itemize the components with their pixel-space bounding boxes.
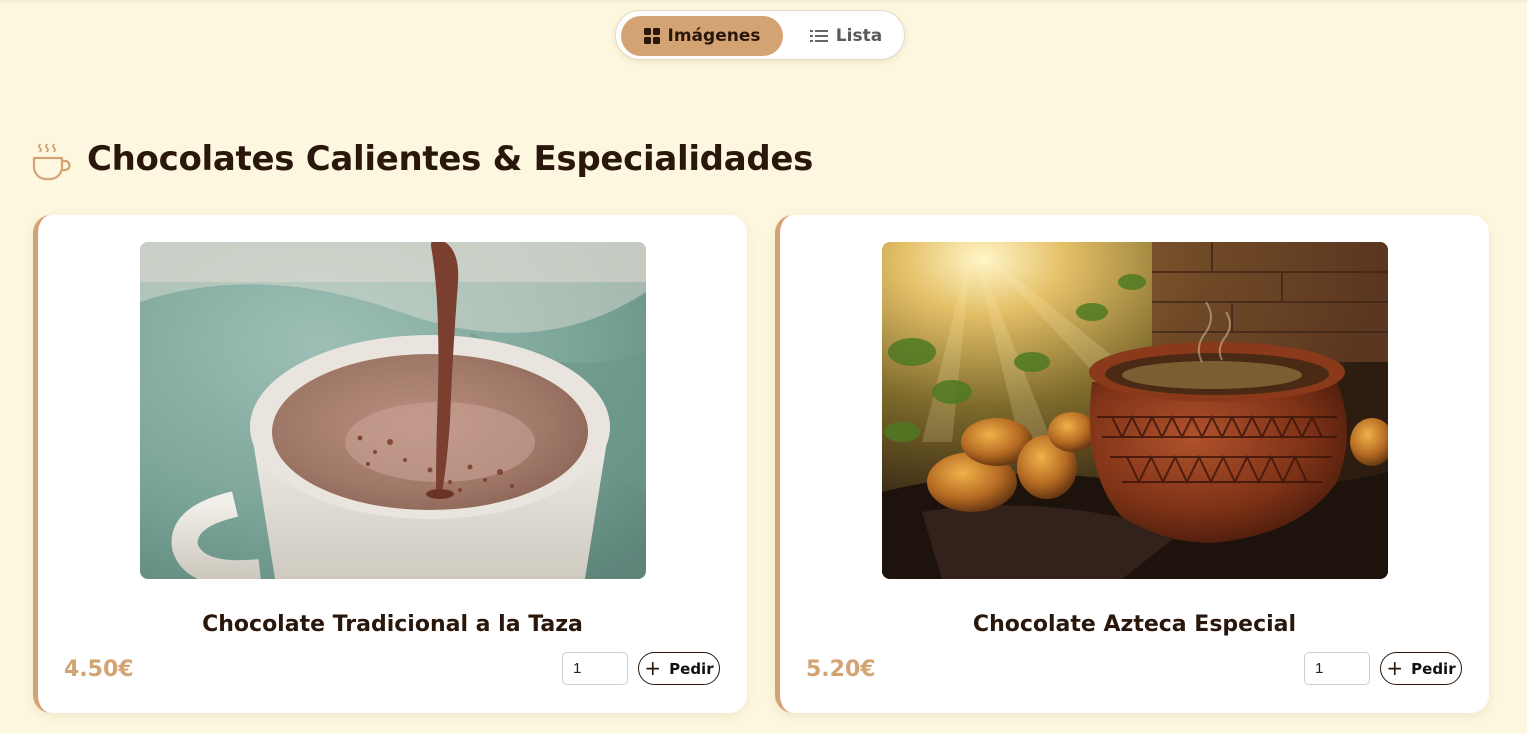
- coffee-cup-icon: [32, 143, 71, 181]
- view-toggle: Imágenes Lista: [615, 10, 905, 60]
- images-view-label: Imágenes: [667, 26, 761, 46]
- plus-icon: +: [1386, 655, 1404, 680]
- order-button-label: Pedir: [669, 659, 714, 678]
- order-button[interactable]: + Pedir: [1380, 652, 1462, 685]
- product-price: 5.20€: [806, 657, 876, 682]
- list-view-button[interactable]: Lista: [796, 16, 896, 56]
- product-name: Chocolate Azteca Especial: [972, 612, 1297, 637]
- list-icon: [809, 29, 828, 43]
- quantity-input[interactable]: [1304, 652, 1370, 685]
- order-button[interactable]: + Pedir: [638, 652, 720, 685]
- images-view-button[interactable]: Imágenes: [621, 16, 783, 56]
- product-card: Chocolate Azteca Especial 5.20€ + Pedir: [775, 215, 1489, 713]
- list-view-label: Lista: [835, 26, 883, 46]
- grid-icon: [643, 28, 660, 44]
- order-button-label: Pedir: [1411, 659, 1456, 678]
- quantity-input[interactable]: [562, 652, 628, 685]
- product-image: [140, 242, 646, 579]
- plus-icon: +: [644, 655, 662, 680]
- product-image: [882, 242, 1388, 579]
- section-title: Chocolates Calientes & Especialidades: [87, 139, 814, 179]
- header-shadow: [0, 0, 1527, 4]
- product-name: Chocolate Tradicional a la Taza: [202, 612, 583, 637]
- product-price: 4.50€: [64, 657, 134, 682]
- product-card: Chocolate Tradicional a la Taza 4.50€ + …: [33, 215, 747, 713]
